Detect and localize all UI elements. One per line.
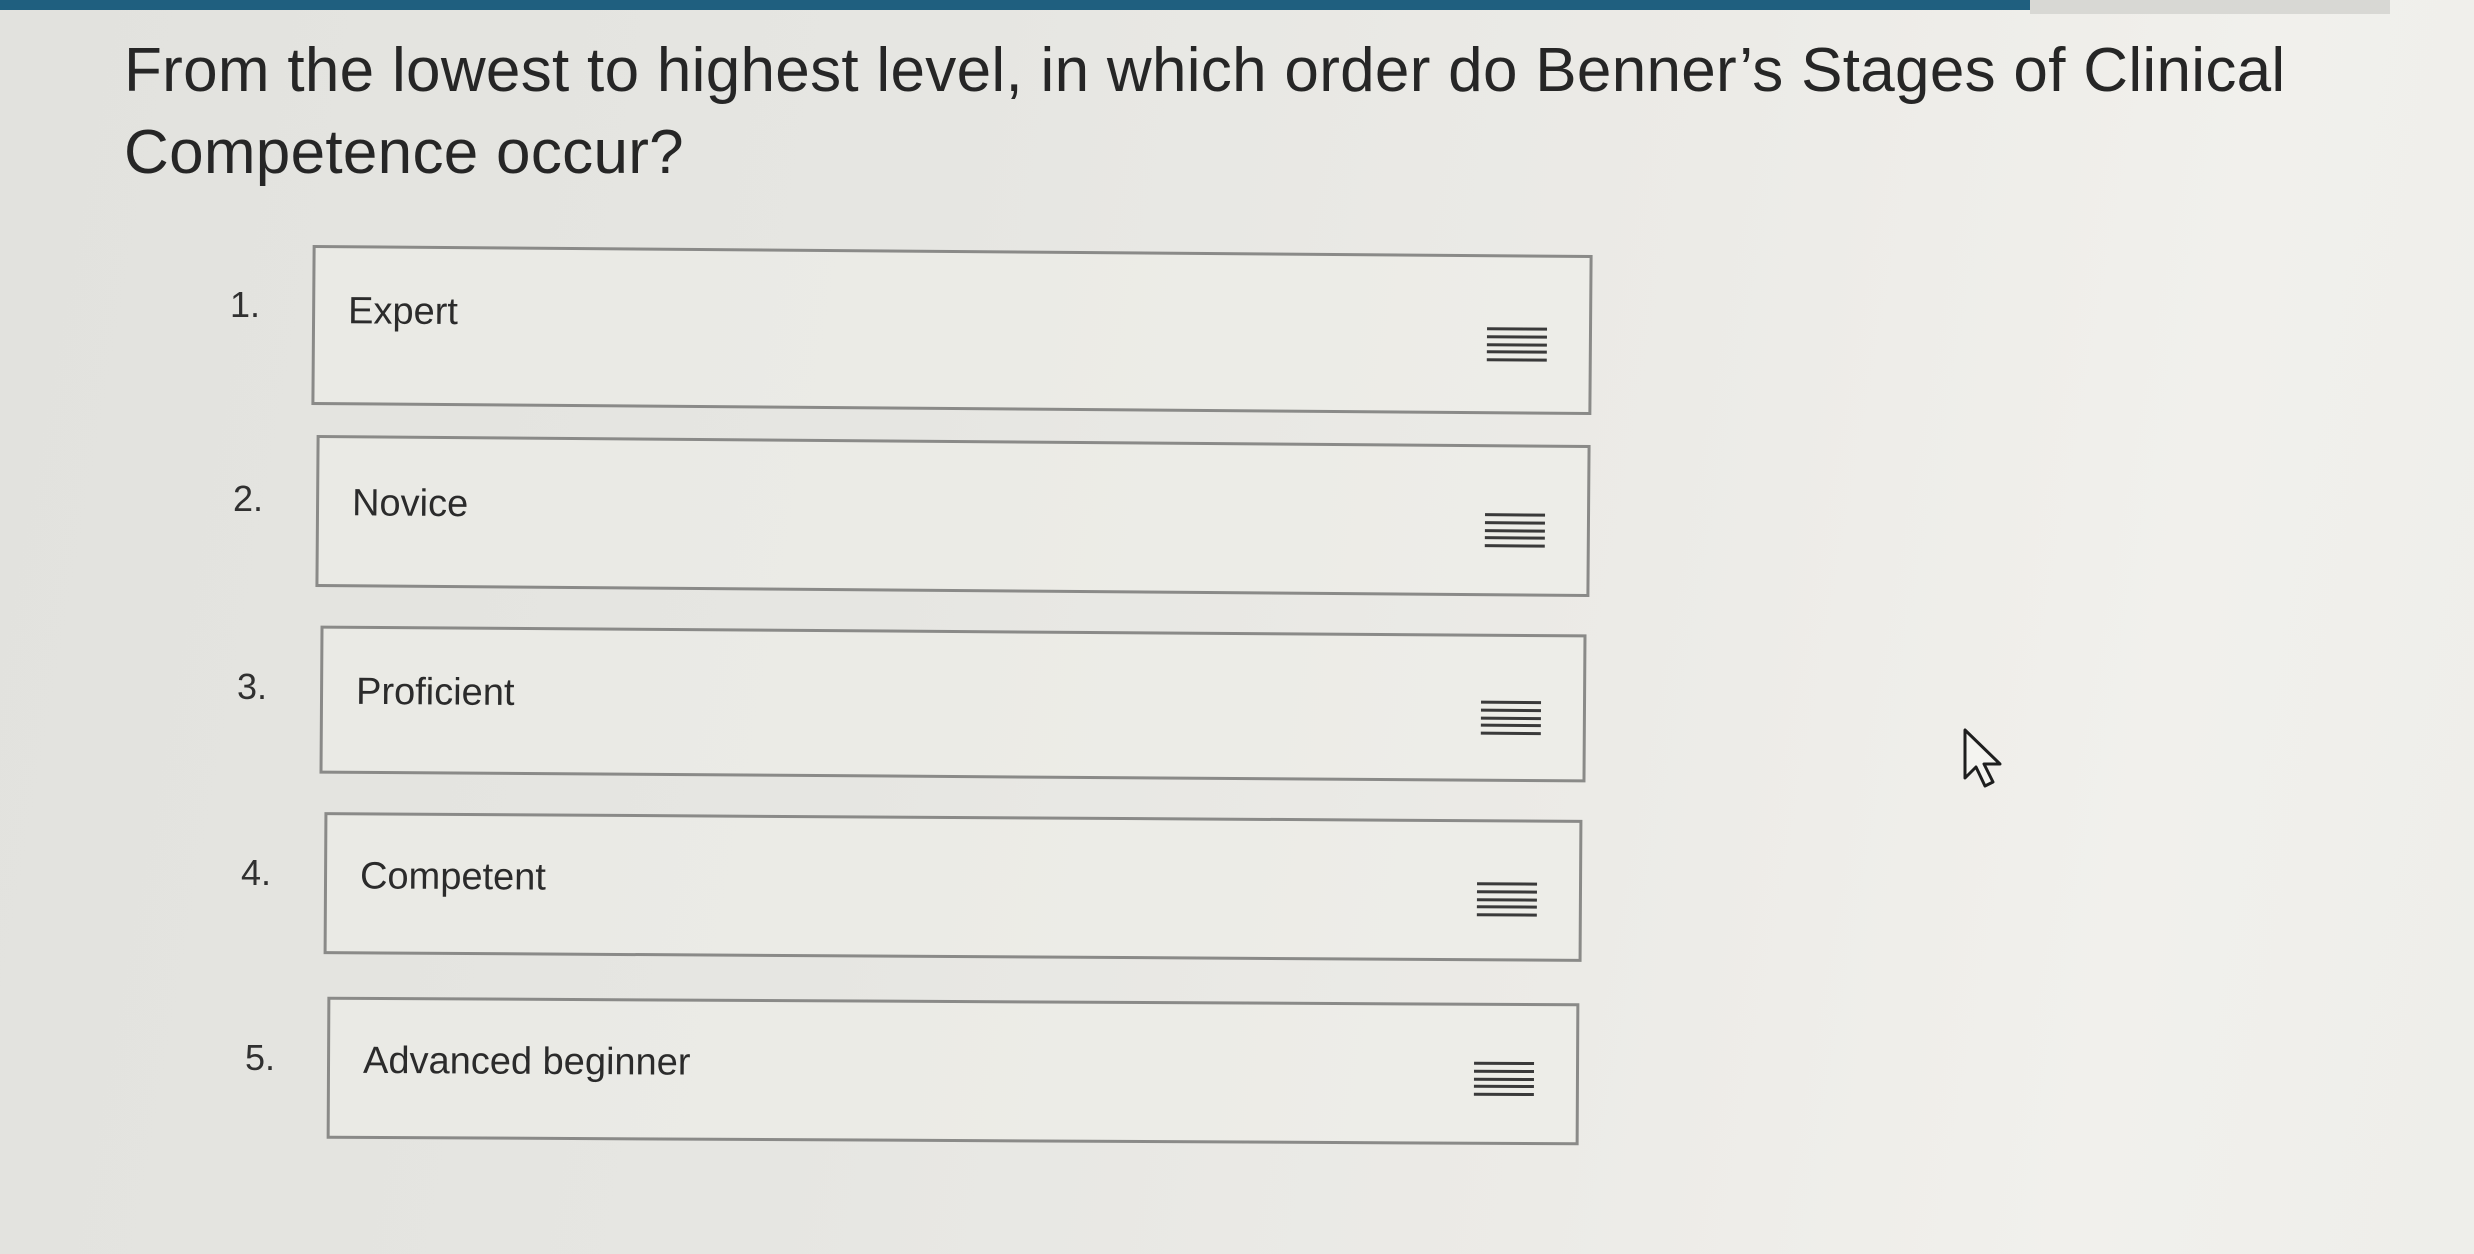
item-number: 1. — [230, 284, 261, 325]
item-number: 4. — [241, 852, 272, 893]
drag-handle-icon[interactable] — [1473, 1061, 1535, 1097]
mouse-pointer-icon — [1963, 728, 2002, 788]
item-label: Competent — [359, 855, 547, 899]
item-label: Proficient — [355, 670, 515, 714]
item-label: Expert — [347, 290, 459, 334]
drag-handle-icon[interactable] — [1480, 700, 1542, 736]
drag-handle-icon[interactable] — [1486, 327, 1548, 362]
sortable-item-proficient[interactable]: Proficient — [319, 625, 1587, 783]
drag-handle-icon[interactable] — [1484, 513, 1546, 548]
item-label: Novice — [351, 482, 469, 526]
sortable-item-novice[interactable]: Novice — [315, 434, 1591, 598]
sortable-item-competent[interactable]: Competent — [323, 812, 1583, 962]
item-number: 2. — [233, 478, 264, 519]
drag-handle-icon[interactable] — [1476, 882, 1538, 917]
sortable-item-expert[interactable]: Expert — [311, 244, 1593, 416]
item-label: Advanced beginner — [362, 1039, 691, 1084]
item-number: 3. — [237, 666, 268, 707]
ordering-list: 1. Expert 2. Novice 3. Proficient 4. Com… — [0, 0, 2474, 1254]
item-number: 5. — [245, 1037, 276, 1078]
sortable-item-advanced-beginner[interactable]: Advanced beginner — [326, 996, 1580, 1146]
